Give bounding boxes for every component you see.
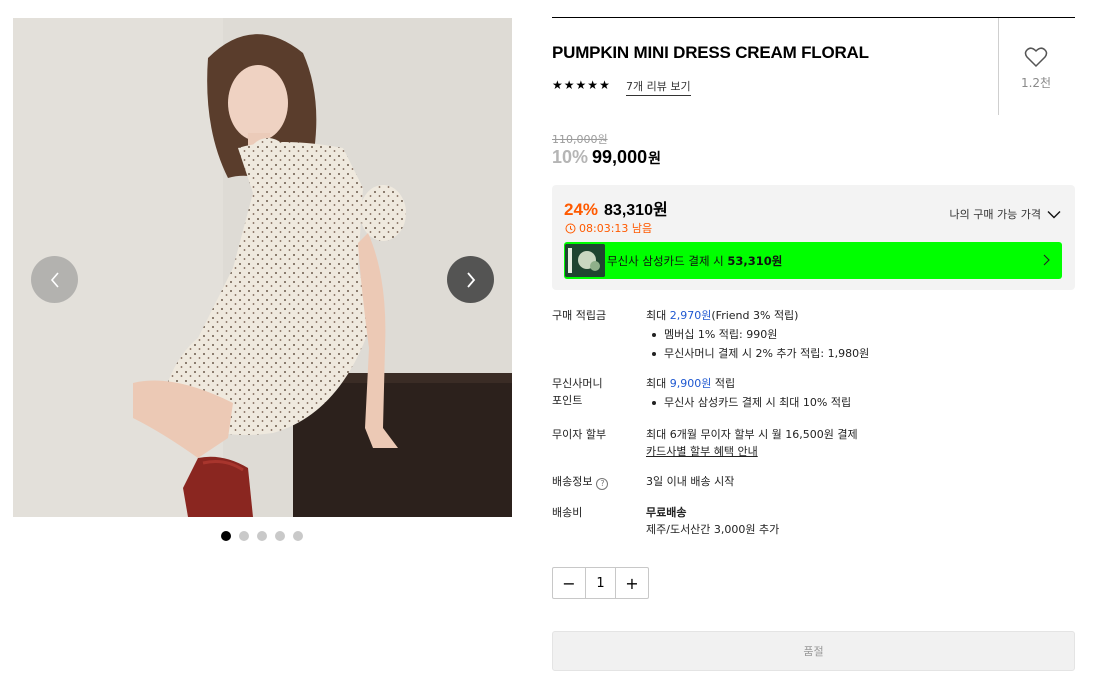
my-price-toggle[interactable]: 나의 구매 가능 가격: [950, 206, 1061, 222]
timer-text: 08:03:13 남음: [579, 222, 653, 235]
shipping-fee-label: 배송비: [552, 506, 583, 519]
chevron-right-icon: [466, 271, 475, 288]
money-label-line1: 무신사머니: [552, 377, 603, 390]
points-value: 최대 2,970원(Friend 3% 적립) 멤버십 1% 적립: 990원 …: [646, 307, 1076, 362]
points-amount: 2,970원: [669, 309, 712, 322]
my-price-label: 나의 구매 가능 가격: [949, 208, 1041, 221]
installment-value: 최대 6개월 무이자 할부 시 월 16,500원 결제 카드사별 할부 혜택 …: [646, 426, 1076, 460]
credit-card-icon: [565, 244, 605, 277]
shipping-fee-value: 무료배송 제주/도서산간 3,000원 추가: [646, 504, 1076, 538]
star-icon: ★: [599, 78, 610, 92]
quantity-stepper: − 1 +: [552, 567, 649, 599]
installment-label: 무이자 할부: [552, 428, 607, 441]
sale-price: 99,000: [592, 147, 648, 167]
gallery-pagination: [221, 531, 303, 541]
quantity-minus-button[interactable]: −: [553, 568, 585, 598]
card-promo-prefix: 무신사 삼성카드 결제 시: [607, 253, 724, 268]
sold-out-button[interactable]: 품절: [552, 631, 1075, 671]
wishlist-button[interactable]: 1.2천: [1014, 46, 1058, 91]
best-price: 83,310원: [604, 202, 668, 219]
discount-rate: 10%: [552, 147, 589, 167]
chevron-left-icon: [50, 271, 59, 288]
heart-icon: [1024, 47, 1048, 68]
product-title: PUMPKIN MINI DRESS CREAM FLORAL: [552, 43, 869, 62]
help-icon[interactable]: ?: [596, 477, 609, 490]
money-value: 최대 9,900원 적립 무신사 삼성카드 결제 시 최대 10% 적립: [646, 375, 1076, 411]
money-label: 무신사머니 포인트: [552, 375, 632, 409]
money-prefix: 최대: [646, 377, 670, 390]
quantity-plus-button[interactable]: +: [616, 568, 648, 598]
star-icon: ★: [575, 78, 587, 92]
gallery-dot[interactable]: [293, 531, 303, 541]
installment-text: 최대 6개월 무이자 할부 시 월 16,500원 결제: [646, 428, 858, 441]
shipping-info-label-text: 배송정보: [552, 475, 593, 488]
card-promo-banner[interactable]: 무신사 삼성카드 결제 시 53,310원: [564, 242, 1062, 279]
best-price-row: 24% 83,310원: [564, 196, 668, 220]
gallery-dot[interactable]: [275, 531, 285, 541]
clock-icon: [565, 223, 576, 233]
card-promo-price: 53,310원: [727, 253, 783, 268]
currency-unit: 원: [648, 150, 661, 166]
product-photo: [13, 18, 512, 517]
chevron-right-icon: [1043, 254, 1050, 266]
shipping-info-label: 배송정보?: [552, 473, 632, 490]
money-amount: 9,900원: [669, 377, 712, 390]
card-image: [565, 244, 605, 277]
rating-stars: ★ ★ ★ ★ ★: [552, 78, 610, 92]
review-link[interactable]: 7개 리뷰 보기: [626, 78, 691, 96]
header-divider: [552, 17, 1075, 18]
points-suffix: (Friend 3% 적립): [711, 309, 799, 322]
quantity-value[interactable]: 1: [585, 568, 616, 598]
points-bullet: 멤버십 1% 적립: 990원: [646, 326, 1076, 343]
gallery-dot[interactable]: [221, 531, 231, 541]
gallery-next-button[interactable]: [447, 256, 494, 303]
star-icon: ★: [587, 78, 599, 92]
money-label-line2: 포인트: [552, 394, 583, 407]
money-suffix: 적립: [711, 377, 736, 390]
installment-link[interactable]: 카드사별 할부 혜택 안내: [646, 443, 1076, 460]
wish-divider: [998, 18, 999, 115]
money-bullet: 무신사 삼성카드 결제 시 최대 10% 적립: [646, 394, 1076, 411]
best-discount-rate: 24%: [564, 200, 599, 219]
card-promo-text: 무신사 삼성카드 결제 시 53,310원: [607, 253, 782, 269]
shipping-info-value: 3일 이내 배송 시작: [646, 475, 735, 488]
price-row: 10% 99,000 원: [552, 147, 661, 168]
product-image-gallery[interactable]: [13, 18, 512, 517]
best-price-box: 24% 83,310원 08:03:13 남음 나의 구매 가능 가격 무신사 …: [552, 185, 1075, 290]
gallery-prev-button[interactable]: [31, 256, 78, 303]
countdown-timer: 08:03:13 남음: [565, 220, 652, 236]
gallery-dot[interactable]: [239, 531, 249, 541]
points-label: 구매 적립금: [552, 309, 607, 322]
shipping-fee-sub: 제주/도서산간 3,000원 추가: [646, 523, 780, 536]
chevron-down-icon: [1047, 210, 1061, 218]
points-prefix: 최대: [646, 309, 670, 322]
original-price: 110,000원: [552, 133, 608, 146]
star-icon: ★: [552, 78, 563, 92]
star-icon: ★: [563, 78, 575, 92]
shipping-fee-main: 무료배송: [646, 506, 687, 519]
gallery-dot[interactable]: [257, 531, 267, 541]
wish-count: 1.2천: [1020, 76, 1052, 90]
points-bullet: 무신사머니 결제 시 2% 추가 적립: 1,980원: [646, 345, 1076, 362]
